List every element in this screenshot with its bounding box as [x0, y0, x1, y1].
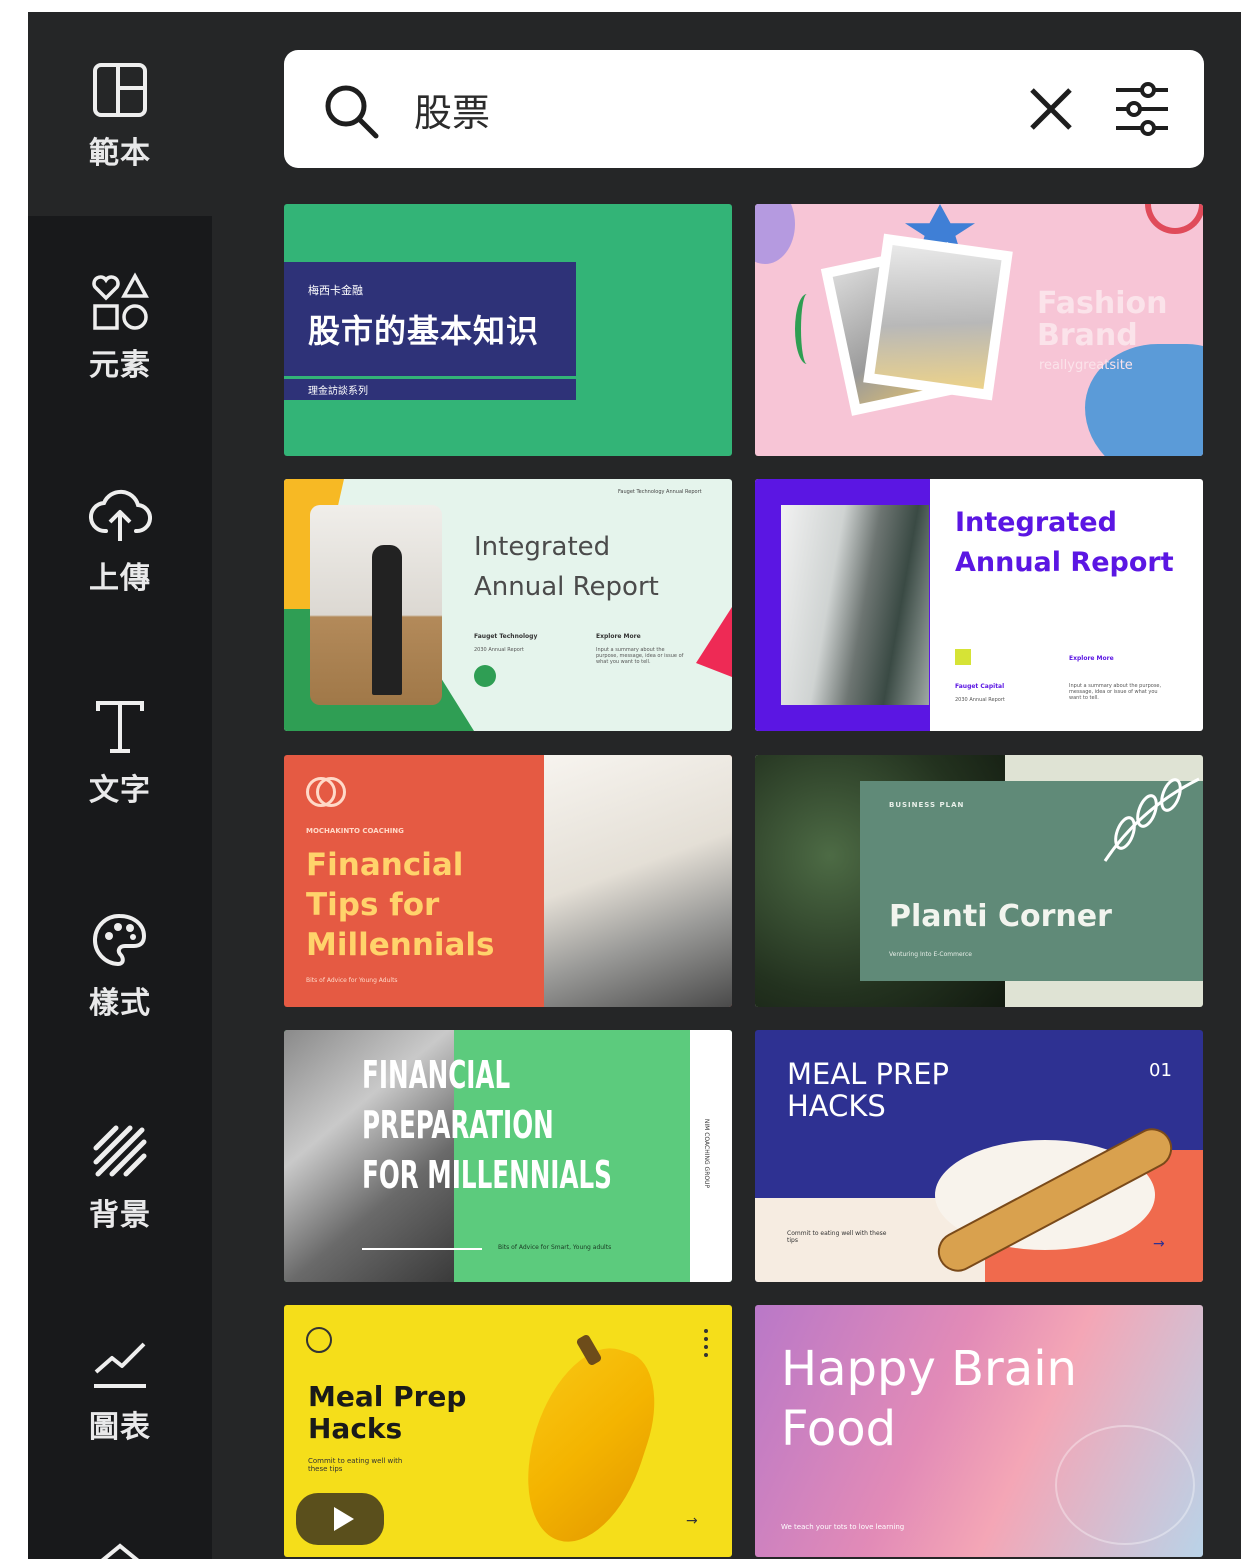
template-title: Financial Tips for Millennials	[306, 847, 495, 963]
photo-skyscraper	[781, 505, 929, 705]
template-icon	[88, 58, 152, 122]
banana-image	[505, 1332, 673, 1557]
search-bar	[284, 50, 1204, 168]
template-brand: MOCHAKINTO COACHING	[306, 827, 404, 835]
sidebar-item-label: 範本	[89, 136, 151, 171]
template-explore: Explore More	[596, 633, 641, 640]
sidebar-item-label: 背景	[89, 1198, 151, 1233]
leaf-sketch-icon	[1103, 777, 1200, 862]
template-title: Integrated Annual Report	[474, 532, 659, 602]
sidebar-item-text[interactable]: 文字	[28, 677, 212, 827]
template-card-stock-basics[interactable]: 梅西卡金融 股市的基本知识 理金訪談系列	[284, 204, 732, 456]
play-icon	[334, 1507, 354, 1531]
coin-icon-2	[316, 777, 346, 807]
template-subtitle: Commit to eating well with these tips	[787, 1230, 887, 1244]
template-title: MEAL PREP HACKS	[787, 1057, 950, 1123]
pink-shape	[696, 607, 732, 677]
arrow-right-icon: →	[686, 1513, 698, 1529]
template-title: Fashion Brand	[1037, 286, 1168, 353]
template-card-meal-prep-yellow[interactable]: Meal Prep Hacks Commit to eating well wit…	[284, 1305, 732, 1557]
sidebar-item-charts[interactable]: 圖表	[28, 1314, 212, 1464]
template-subtitle: Bits of Advice for Young Adults	[306, 977, 398, 984]
text-icon	[88, 695, 152, 759]
sidebar-item-uploads[interactable]: 上傳	[28, 465, 212, 615]
filter-icon[interactable]	[1112, 80, 1172, 142]
background-stripes-icon	[88, 1120, 152, 1184]
sidebar-item-label: 樣式	[89, 986, 151, 1021]
green-leaf	[795, 294, 819, 364]
photo-frame-2	[863, 233, 1013, 401]
template-card-meal-prep-blue[interactable]: MEAL PREP HACKS 01 Commit to eating well …	[755, 1030, 1203, 1282]
template-title: 股市的基本知识	[308, 312, 540, 350]
template-subtitle: We teach your tots to love learning	[781, 1523, 905, 1531]
sidebar-item-label: 圖表	[89, 1410, 151, 1445]
template-title: Happy Brain Food	[781, 1341, 1077, 1457]
template-title: Meal Prep Hacks	[308, 1380, 467, 1445]
template-explore: Explore More	[1069, 655, 1114, 662]
template-company: Fauget Capital	[955, 683, 1005, 690]
template-card-annual-report-mint[interactable]: Integrated Annual Report Fauget Technolog…	[284, 479, 732, 731]
band-divider	[284, 376, 576, 379]
purple-blob	[755, 204, 795, 264]
template-year: 2030 Annual Report	[474, 647, 524, 653]
photo-calculator	[544, 755, 732, 1007]
sidebar: 範本 元素 上傳 文字 樣式 背景 圖表	[28, 12, 212, 1559]
divider-line	[362, 1248, 482, 1250]
template-desc: Input a summary about the purpose, messa…	[1069, 683, 1162, 701]
sidebar-item-elements[interactable]: 元素	[28, 252, 212, 402]
template-subtitle: 梅西卡金融	[308, 284, 363, 297]
template-desc: Input a summary about the purpose, messa…	[596, 647, 684, 665]
template-footer: 理金訪談系列	[308, 386, 368, 397]
play-button[interactable]	[296, 1493, 384, 1545]
template-side-text: NIM COACHING GROUP	[703, 1118, 711, 1189]
template-number: 01	[1149, 1060, 1172, 1081]
template-title: Integrated Annual Report	[955, 507, 1174, 578]
sidebar-item-templates[interactable]: 範本	[28, 40, 212, 190]
template-card-planti-corner[interactable]: BUSINESS PLAN Planti Corner Venturing In…	[755, 755, 1203, 1007]
palette-icon	[88, 908, 152, 972]
template-card-annual-report-purple[interactable]: Integrated Annual Report Fauget Capital 2…	[755, 479, 1203, 731]
template-year: 2030 Annual Report	[955, 697, 1005, 703]
template-title: FINANCIAL PREPARATION FOR MILLENNIALS	[362, 1053, 612, 1197]
search-icon[interactable]	[322, 82, 380, 144]
template-site: reallygreatsite	[1039, 358, 1133, 373]
template-card-financial-preparation[interactable]: FINANCIAL PREPARATION FOR MILLENNIALS Bits…	[284, 1030, 732, 1282]
sidebar-item-styles[interactable]: 樣式	[28, 890, 212, 1040]
sidebar-item-label: 元素	[89, 348, 151, 383]
template-header: Fauget Technology Annual Report	[618, 489, 702, 495]
template-card-financial-tips[interactable]: MOCHAKINTO COACHING Financial Tips for Mil…	[284, 755, 732, 1007]
template-card-happy-brain-food[interactable]: Happy Brain Food We teach your tots to lo…	[755, 1305, 1203, 1557]
search-input[interactable]	[414, 74, 974, 144]
upload-cloud-icon	[88, 483, 152, 547]
photo-person-desk	[310, 505, 442, 705]
template-subtitle: Commit to eating well with these tips	[308, 1457, 403, 1473]
red-squiggle	[1145, 204, 1203, 234]
template-title: Planti Corner	[889, 899, 1112, 934]
sidebar-item-more[interactable]	[28, 1524, 212, 1559]
sidebar-item-background[interactable]: 背景	[28, 1102, 212, 1252]
template-subtitle: Bits of Advice for Smart, Young adults	[498, 1244, 612, 1251]
template-kicker: BUSINESS PLAN	[889, 801, 965, 809]
dots-icon	[704, 1329, 708, 1357]
chart-icon	[88, 1332, 152, 1396]
template-subtitle: Venturing Into E-Commerce	[889, 951, 972, 958]
editor-panel: 範本 元素 上傳 文字 樣式 背景 圖表 股票 梅西卡金融 股市的基本知识 理金…	[28, 12, 1241, 1559]
green-dot	[474, 665, 496, 687]
template-company: Fauget Technology	[474, 633, 538, 640]
arrow-right-icon: →	[1153, 1236, 1165, 1252]
lime-square	[955, 649, 971, 665]
sidebar-item-label: 文字	[89, 773, 151, 808]
clear-icon[interactable]	[1026, 84, 1076, 138]
white-side-strip	[690, 1030, 732, 1282]
more-apps-icon	[88, 1524, 152, 1559]
fork-icon	[306, 1327, 332, 1353]
elements-icon	[88, 270, 152, 334]
template-card-fashion-brand[interactable]: Fashion Brand reallygreatsite	[755, 204, 1203, 456]
sidebar-item-label: 上傳	[89, 561, 151, 596]
